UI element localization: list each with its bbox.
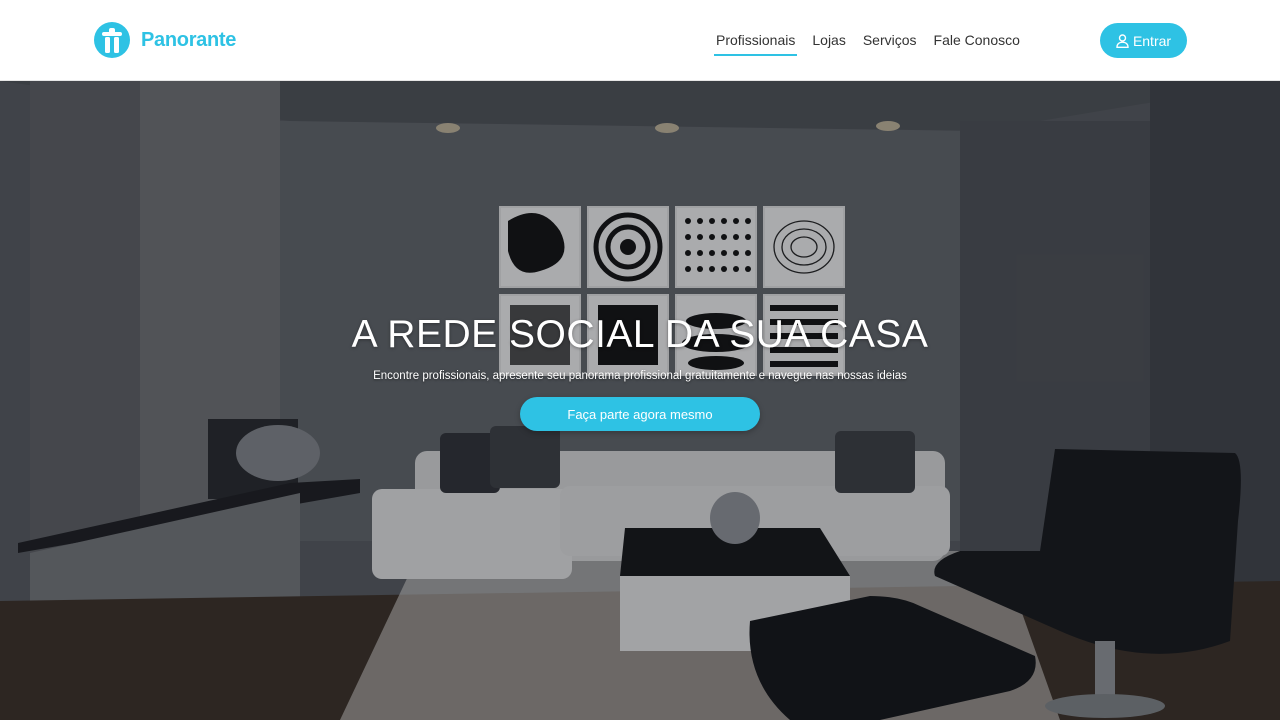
nav-item-lojas[interactable]: Lojas: [810, 26, 847, 54]
nav-item-servicos[interactable]: Serviços: [861, 26, 919, 54]
nav-item-fale-conosco[interactable]: Fale Conosco: [932, 26, 1022, 54]
main-nav: Profissionais Lojas Serviços Fale Conosc…: [714, 0, 1022, 80]
hero-title: A REDE SOCIAL DA SUA CASA: [351, 313, 929, 356]
login-label: Entrar: [1132, 32, 1172, 49]
site-header: Panorante Profissionais Lojas Serviços F…: [0, 0, 1280, 81]
brand-logo[interactable]: Panorante: [94, 22, 236, 58]
login-button[interactable]: Entrar: [1100, 23, 1187, 58]
hero-section: A REDE SOCIAL DA SUA CASA Encontre profi…: [0, 81, 1280, 720]
hero-subtitle: Encontre profissionais, apresente seu pa…: [373, 370, 907, 382]
brand-name: Panorante: [141, 28, 237, 51]
panorante-logo-icon: [94, 22, 130, 58]
user-icon: [1116, 33, 1129, 48]
join-now-button[interactable]: Faça parte agora mesmo: [520, 397, 760, 431]
nav-item-profissionais[interactable]: Profissionais: [714, 26, 798, 56]
